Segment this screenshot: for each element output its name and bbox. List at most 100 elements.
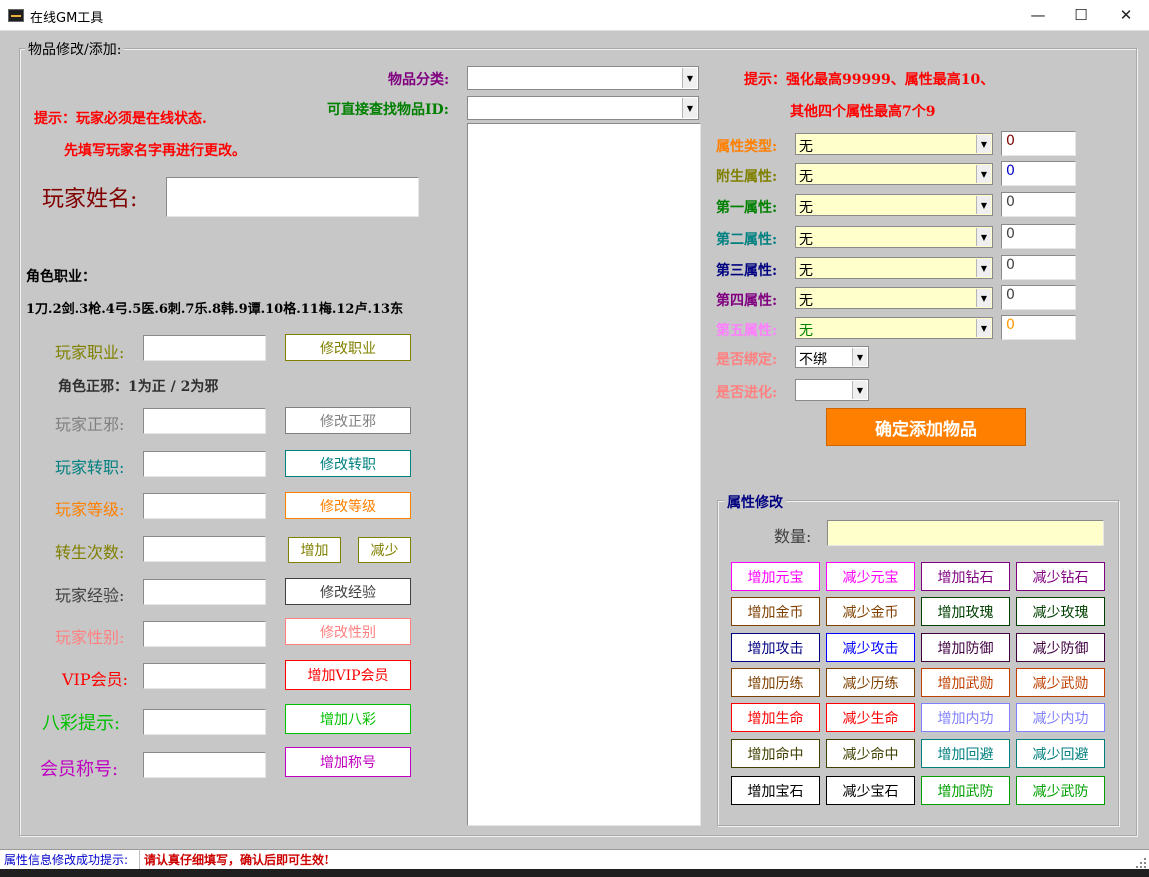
modify-button[interactable]: 减少生命	[826, 703, 915, 732]
attr-1-value-input[interactable]: 0	[1001, 192, 1076, 217]
player-level-input[interactable]	[143, 493, 266, 519]
modify-alignment-button[interactable]: 修改正邪	[285, 407, 411, 434]
modify-button[interactable]: 减少命中	[826, 739, 915, 768]
attr-modify-legend: 属性修改	[724, 492, 786, 512]
dropdown-arrow-icon[interactable]: ▼	[682, 98, 697, 118]
dropdown-arrow-icon[interactable]: ▼	[976, 259, 991, 277]
taskbar-strip	[0, 869, 1149, 877]
attr-3-value-input[interactable]: 0	[1001, 255, 1076, 280]
dropdown-arrow-icon[interactable]: ▼	[976, 135, 991, 153]
modify-button[interactable]: 增加命中	[731, 739, 820, 768]
modify-button[interactable]: 减少历练	[826, 668, 915, 697]
rebirth-decrease-button[interactable]: 减少	[358, 537, 411, 563]
modify-button[interactable]: 减少金币	[826, 597, 915, 626]
minimize-button[interactable]: —	[1015, 0, 1061, 30]
attr-type-combo[interactable]: 无 ▼	[795, 133, 993, 155]
dropdown-arrow-icon[interactable]: ▼	[976, 196, 991, 214]
player-job-input[interactable]	[143, 335, 266, 361]
attr-type-combo-value: 无	[799, 139, 813, 155]
dropdown-arrow-icon[interactable]: ▼	[976, 165, 991, 183]
modify-level-button[interactable]: 修改等级	[285, 492, 411, 519]
evolve-combo[interactable]: ▼	[795, 379, 869, 401]
alignment-hint: 角色正邪：1为正 / 2为邪	[58, 379, 219, 395]
dropdown-arrow-icon[interactable]: ▼	[682, 68, 697, 88]
attr-1-combo[interactable]: 无 ▼	[795, 194, 993, 216]
modify-button[interactable]: 减少武防	[1016, 776, 1105, 805]
attr-3-combo[interactable]: 无 ▼	[795, 257, 993, 279]
player-gender-input[interactable]	[143, 621, 266, 647]
attr-4-combo[interactable]: 无 ▼	[795, 287, 993, 309]
modify-button[interactable]: 减少防御	[1016, 633, 1105, 662]
modify-button[interactable]: 增加攻击	[731, 633, 820, 662]
add-vip-button[interactable]: 增加VIP会员	[285, 660, 411, 690]
modify-button[interactable]: 增加元宝	[731, 562, 820, 591]
bind-combo[interactable]: 不绑 ▼	[795, 346, 869, 368]
modify-job-button[interactable]: 修改职业	[285, 334, 411, 361]
title-bar	[0, 0, 1149, 31]
attr-5-value-input[interactable]: 0	[1001, 315, 1076, 340]
dropdown-arrow-icon[interactable]: ▼	[976, 228, 991, 246]
modify-button[interactable]: 增加回避	[921, 739, 1010, 768]
eight-color-label: 八彩提示:	[42, 713, 121, 734]
dropdown-arrow-icon[interactable]: ▼	[976, 289, 991, 307]
member-title-input[interactable]	[143, 752, 266, 778]
modify-button[interactable]: 增加宝石	[731, 776, 820, 805]
find-item-id-combo[interactable]: ▼	[467, 96, 699, 120]
attached-attr-value-input[interactable]: 0	[1001, 161, 1076, 186]
modify-button[interactable]: 增加金币	[731, 597, 820, 626]
rebirth-increase-button[interactable]: 增加	[288, 537, 341, 563]
rebirth-count-input[interactable]	[143, 536, 266, 562]
modify-button[interactable]: 减少玫瑰	[1016, 597, 1105, 626]
player-name-input[interactable]	[166, 177, 419, 217]
dropdown-arrow-icon[interactable]: ▼	[976, 319, 991, 337]
app-icon	[8, 9, 24, 22]
modify-button[interactable]: 减少宝石	[826, 776, 915, 805]
modify-button[interactable]: 增加历练	[731, 668, 820, 697]
modify-button[interactable]: 减少钻石	[1016, 562, 1105, 591]
modify-transfer-button[interactable]: 修改转职	[285, 450, 411, 477]
item-category-combo[interactable]: ▼	[467, 66, 699, 90]
find-item-id-label: 可直接查找物品ID:	[327, 102, 449, 118]
modify-button[interactable]: 增加钻石	[921, 562, 1010, 591]
modify-button[interactable]: 减少回避	[1016, 739, 1105, 768]
maximize-button[interactable]: ☐	[1058, 0, 1104, 30]
modify-button[interactable]: 减少攻击	[826, 633, 915, 662]
modify-exp-button[interactable]: 修改经验	[285, 578, 411, 605]
attr-4-label: 第四属性:	[716, 293, 778, 309]
resize-grip-icon[interactable]	[1135, 857, 1147, 869]
eight-color-input[interactable]	[143, 709, 266, 735]
modify-gender-button[interactable]: 修改性别	[285, 618, 411, 645]
item-list[interactable]	[467, 123, 701, 826]
attached-attr-combo[interactable]: 无 ▼	[795, 163, 993, 185]
dropdown-arrow-icon[interactable]: ▼	[852, 348, 867, 366]
dropdown-arrow-icon[interactable]: ▼	[852, 381, 867, 399]
close-button[interactable]: ✕	[1103, 0, 1149, 30]
attr-2-combo-value: 无	[799, 232, 813, 248]
modify-button[interactable]: 增加生命	[731, 703, 820, 732]
player-alignment-label: 玩家正邪:	[55, 415, 125, 434]
attr-5-combo[interactable]: 无 ▼	[795, 317, 993, 339]
add-title-button[interactable]: 增加称号	[285, 747, 411, 777]
modify-button[interactable]: 减少内功	[1016, 703, 1105, 732]
attr-2-combo[interactable]: 无 ▼	[795, 226, 993, 248]
player-alignment-input[interactable]	[143, 408, 266, 434]
add-eight-color-button[interactable]: 增加八彩	[285, 704, 411, 734]
attr-type-value-input[interactable]: 0	[1001, 131, 1076, 156]
confirm-add-item-button[interactable]: 确定添加物品	[826, 408, 1026, 446]
modify-button[interactable]: 增加内功	[921, 703, 1010, 732]
modify-button[interactable]: 减少元宝	[826, 562, 915, 591]
attr-1-label: 第一属性:	[716, 200, 778, 216]
vip-input[interactable]	[143, 663, 266, 689]
modify-button[interactable]: 增加防御	[921, 633, 1010, 662]
attr-5-combo-value: 无	[799, 323, 813, 339]
member-title-label: 会员称号:	[40, 759, 119, 780]
modify-button[interactable]: 减少武勋	[1016, 668, 1105, 697]
attr-4-value-input[interactable]: 0	[1001, 285, 1076, 310]
modify-button[interactable]: 增加武防	[921, 776, 1010, 805]
modify-button[interactable]: 增加武勋	[921, 668, 1010, 697]
modify-button[interactable]: 增加玫瑰	[921, 597, 1010, 626]
quantity-input[interactable]	[827, 520, 1104, 546]
player-exp-input[interactable]	[143, 579, 266, 605]
attr-2-value-input[interactable]: 0	[1001, 224, 1076, 249]
player-transfer-input[interactable]	[143, 451, 266, 477]
